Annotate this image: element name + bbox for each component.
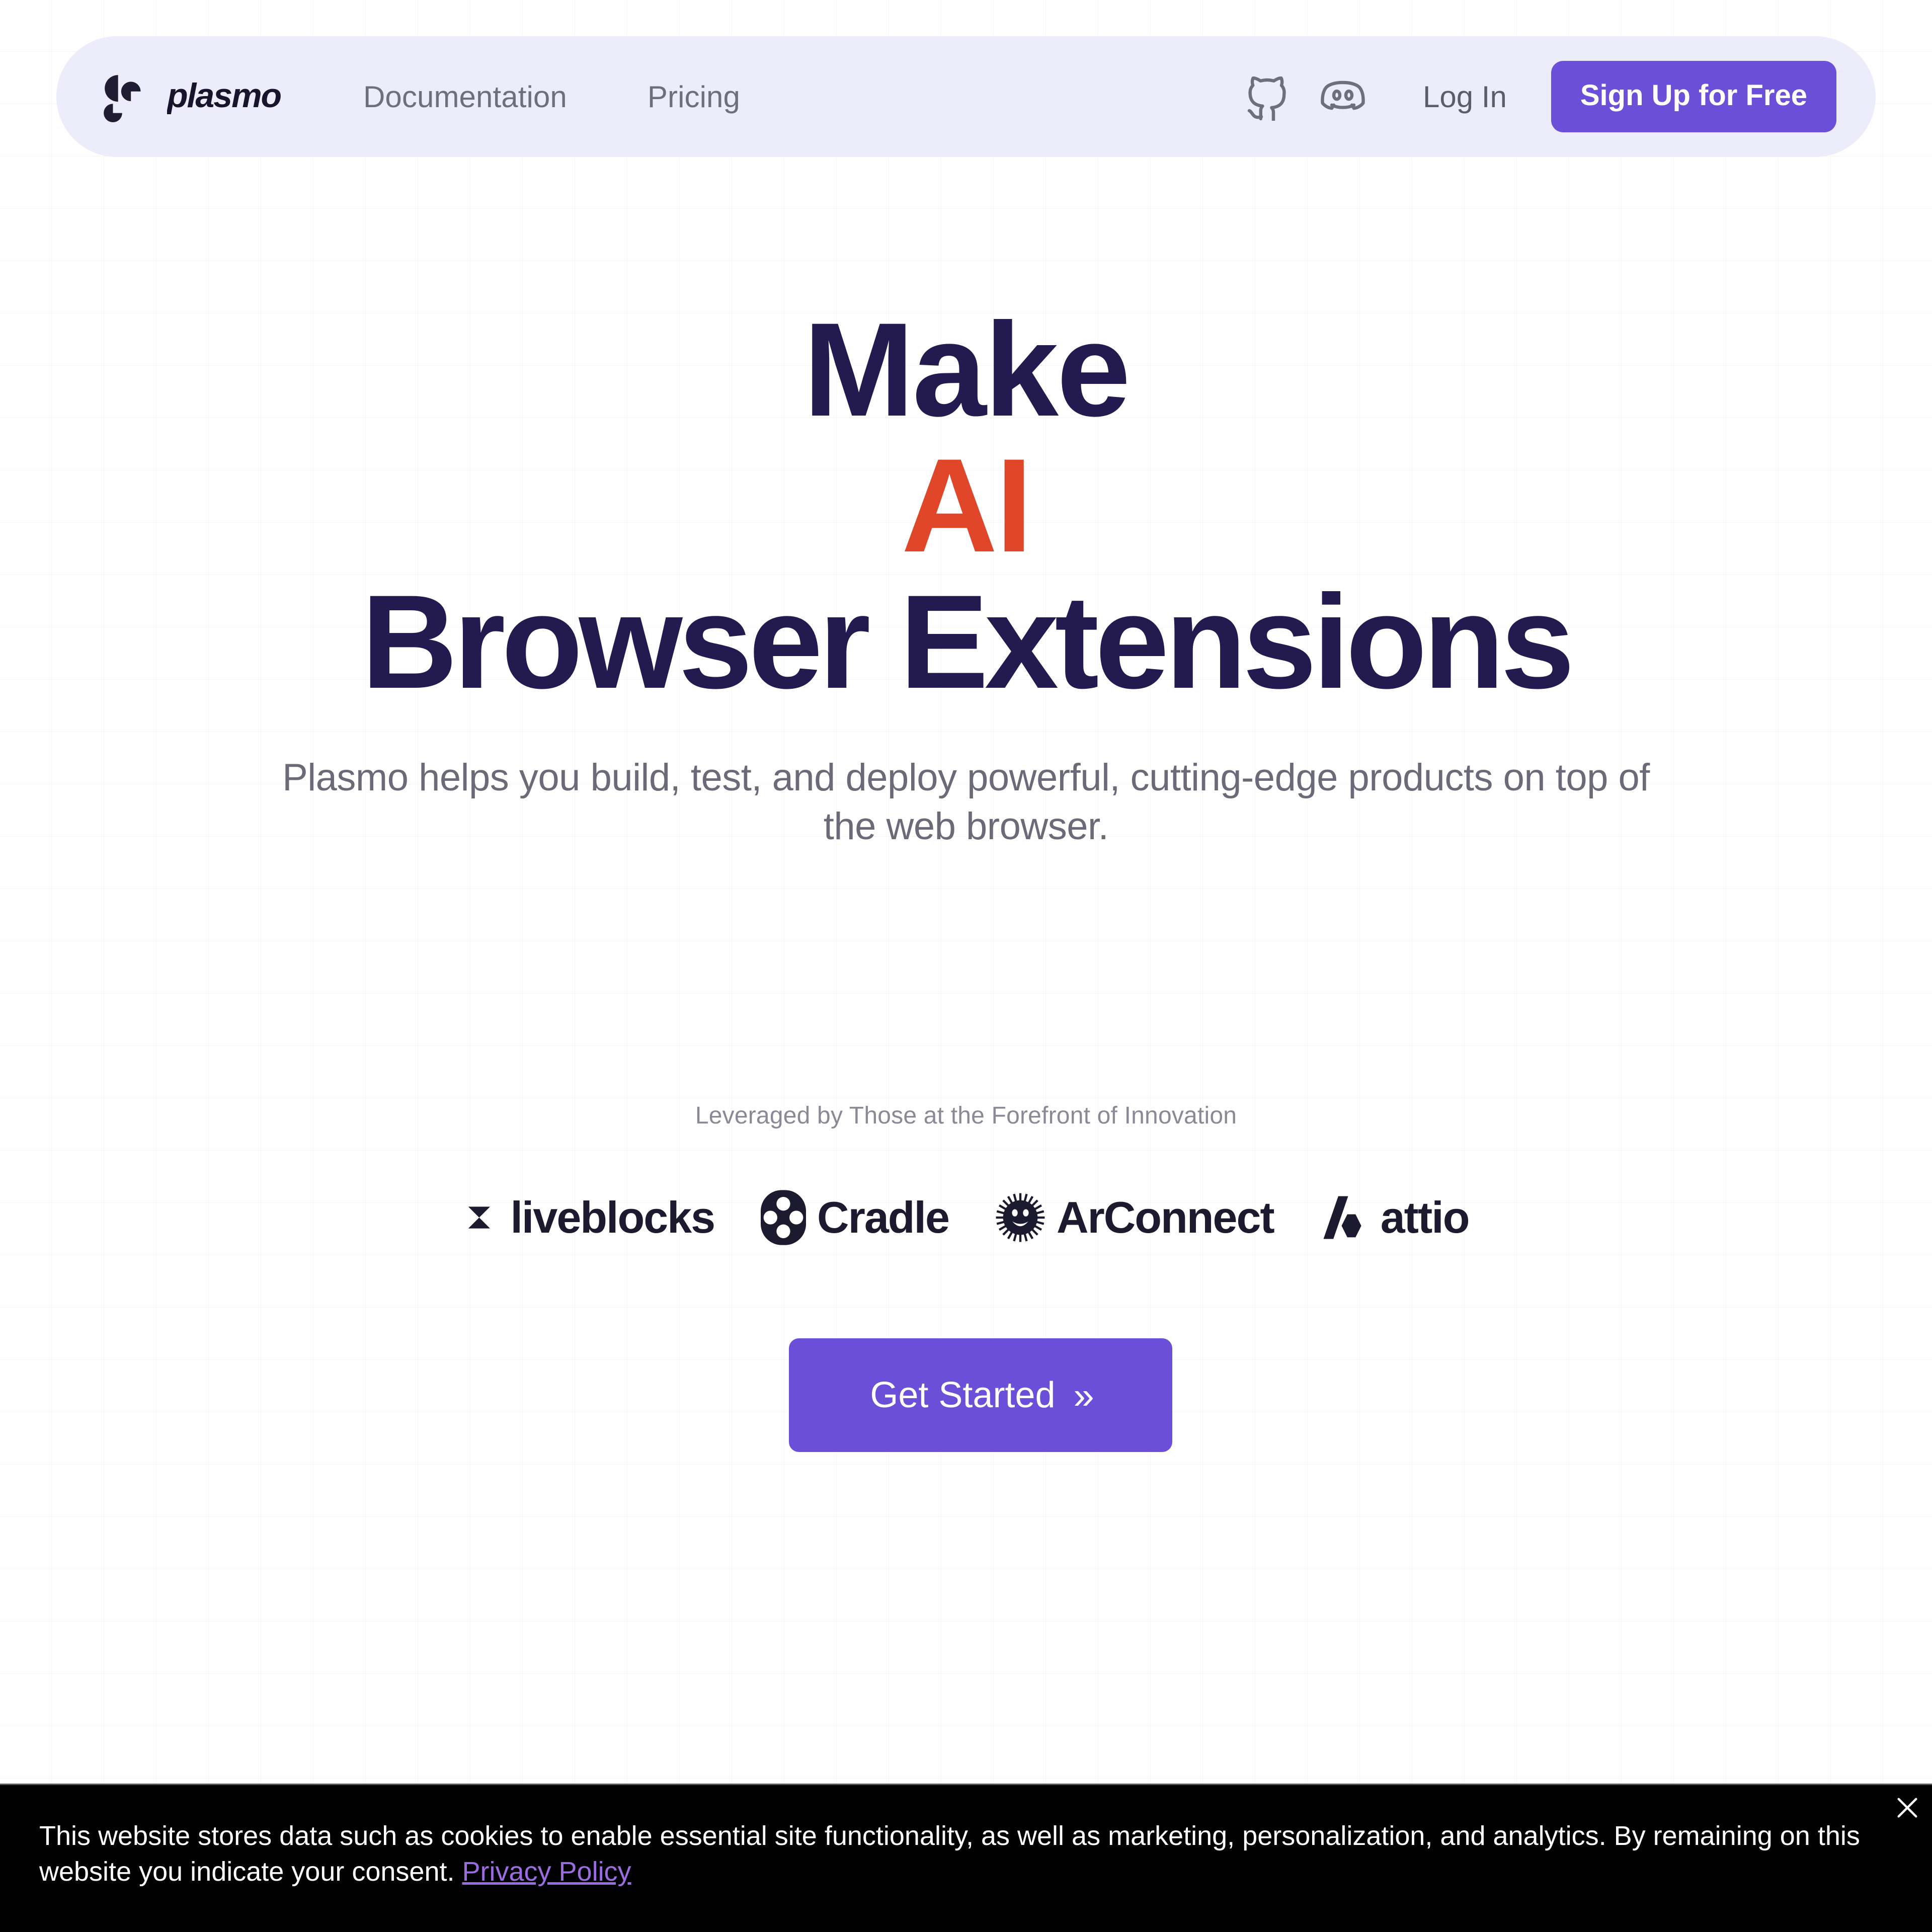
- github-icon[interactable]: [1230, 59, 1305, 134]
- get-started-label: Get Started: [870, 1375, 1056, 1415]
- get-started-button[interactable]: Get Started »: [789, 1338, 1172, 1452]
- headline-line-1: Make: [803, 295, 1131, 444]
- cookie-consent-text: This website stores data such as cookies…: [39, 1818, 1881, 1890]
- partner-name: attio: [1380, 1192, 1470, 1242]
- brand-logo-link[interactable]: plasmo: [101, 71, 298, 122]
- page-title: Make AI Browser Extensions: [0, 302, 1932, 710]
- nav-link-documentation[interactable]: Documentation: [363, 79, 567, 114]
- liveblocks-logo-icon: [463, 1199, 499, 1236]
- plasmo-logo-icon: [101, 71, 152, 122]
- headline-line-3: Browser Extensions: [361, 567, 1575, 716]
- attio-logo-icon: [1320, 1193, 1370, 1242]
- privacy-policy-link[interactable]: Privacy Policy: [462, 1857, 631, 1887]
- partner-logo-liveblocks[interactable]: liveblocks: [463, 1192, 715, 1242]
- login-link[interactable]: Log In: [1423, 79, 1507, 114]
- headline-line-2-accent: AI: [901, 431, 1033, 581]
- svg-text:plasmo: plasmo: [167, 77, 281, 115]
- partner-logo-attio[interactable]: attio: [1320, 1192, 1470, 1242]
- brand-wordmark: plasmo: [167, 77, 298, 116]
- partner-logo-row: liveblocks Cradle ArConnect attio: [0, 1190, 1932, 1245]
- cookie-consent-banner: This website stores data such as cookies…: [0, 1784, 1932, 1932]
- hero-subtitle: Plasmo helps you build, test, and deploy…: [282, 756, 1650, 848]
- primary-nav-links: Documentation Pricing: [363, 79, 740, 114]
- partner-name: Cradle: [817, 1192, 950, 1242]
- signup-button[interactable]: Sign Up for Free: [1551, 61, 1836, 132]
- partner-name: ArConnect: [1056, 1192, 1275, 1242]
- social-proof-tagline: Leveraged by Those at the Forefront of I…: [695, 1102, 1237, 1129]
- chevron-right-icon: »: [1073, 1374, 1094, 1416]
- partner-name: liveblocks: [510, 1192, 715, 1242]
- partner-logo-arconnect[interactable]: ArConnect: [995, 1192, 1275, 1243]
- arconnect-logo-icon: [995, 1192, 1045, 1243]
- cradle-logo-icon: [761, 1190, 807, 1245]
- nav-link-pricing[interactable]: Pricing: [648, 79, 740, 114]
- cookie-consent-body: This website stores data such as cookies…: [39, 1821, 1860, 1887]
- partner-logo-cradle[interactable]: Cradle: [761, 1190, 950, 1245]
- close-icon[interactable]: [1888, 1788, 1927, 1827]
- top-navigation-bar: plasmo Documentation Pricing Log In Sign…: [56, 36, 1876, 157]
- page-root: plasmo Documentation Pricing Log In Sign…: [0, 0, 1932, 1932]
- social-proof-section: Leveraged by Those at the Forefront of I…: [0, 1102, 1932, 1245]
- discord-icon[interactable]: [1305, 59, 1381, 134]
- hero-section: Make AI Browser Extensions Plasmo helps …: [0, 302, 1932, 851]
- nav-actions: Log In Sign Up for Free: [1230, 59, 1836, 134]
